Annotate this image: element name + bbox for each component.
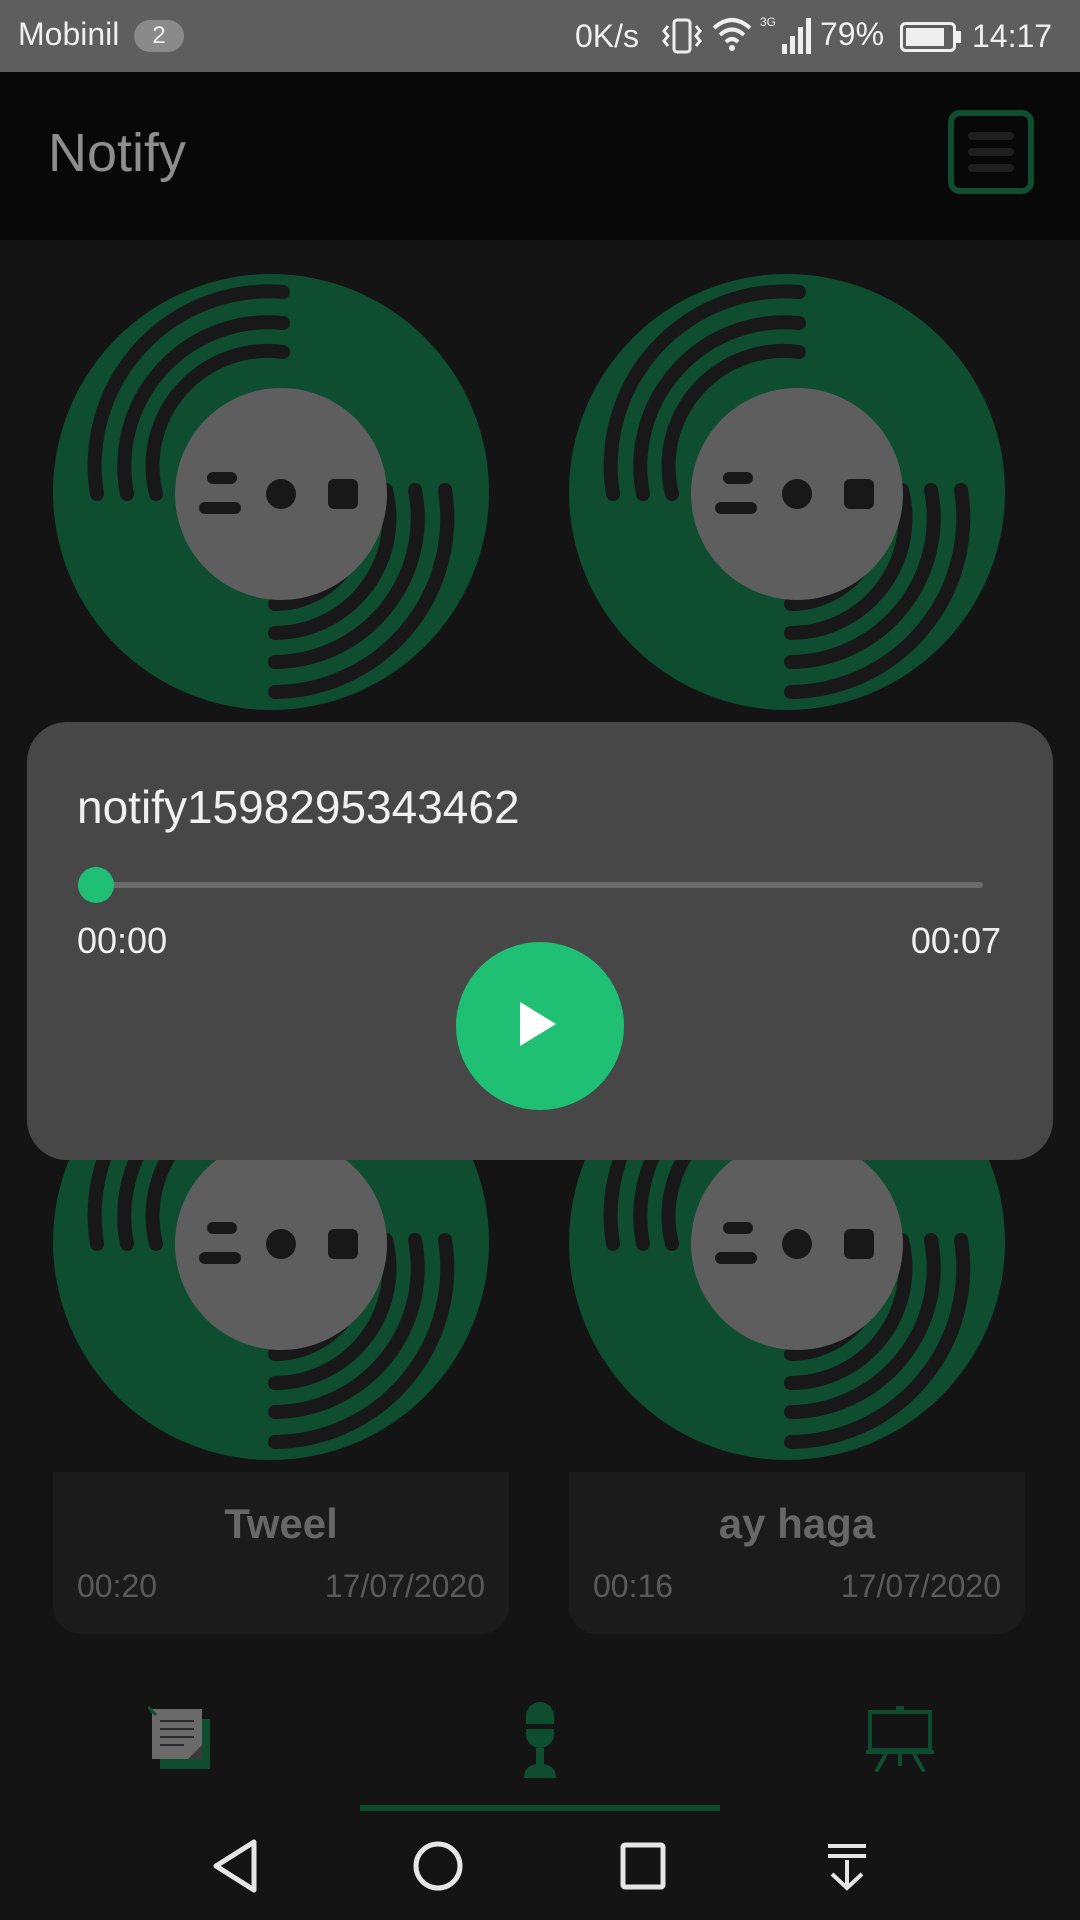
bottom-tab-bar — [0, 1680, 1080, 1820]
active-tab-indicator — [360, 1805, 720, 1811]
microphone-icon[interactable] — [522, 1702, 558, 1783]
recording-card-2[interactable] — [559, 258, 1015, 714]
recording-card-1[interactable] — [43, 258, 499, 714]
notification-shade-icon[interactable] — [822, 1838, 872, 1899]
hamburger-menu-icon[interactable] — [948, 110, 1034, 194]
recording-info-card[interactable]: Tweel 00:20 17/07/2020 — [53, 1472, 509, 1634]
battery-percent: 79% — [820, 16, 885, 52]
back-icon[interactable] — [210, 1838, 260, 1899]
recents-icon[interactable] — [618, 1838, 668, 1899]
audio-player-dialog: notify1598295343462 00:00 00:07 — [27, 722, 1053, 1160]
carrier-name: Mobinil — [18, 16, 120, 52]
vibrate-icon — [660, 18, 704, 62]
cellular-signal-icon: 3G — [760, 14, 814, 64]
presentation-board-icon[interactable] — [866, 1706, 934, 1777]
clock-time: 14:17 — [972, 18, 1053, 54]
recording-info-card[interactable]: ay haga 00:16 17/07/2020 — [569, 1472, 1025, 1634]
notes-icon[interactable] — [146, 1705, 214, 1776]
notification-count-badge: 2 — [134, 20, 184, 52]
vinyl-record-icon — [569, 274, 1005, 710]
app-bar: Notify — [0, 72, 1080, 240]
player-file-name: notify1598295343462 — [77, 781, 520, 833]
recording-date: 17/07/2020 — [324, 1568, 485, 1604]
current-time: 00:00 — [77, 920, 168, 961]
status-bar: Mobinil 2 0K/s 3G 79% 14:17 — [0, 0, 1080, 72]
network-type-label: 3G — [760, 15, 776, 29]
wifi-icon — [712, 16, 752, 60]
network-speed: 0K/s — [575, 18, 640, 54]
home-icon[interactable] — [412, 1838, 464, 1899]
recording-title: Tweel — [224, 1500, 338, 1547]
play-button[interactable] — [456, 942, 624, 1110]
app-title: Notify — [48, 123, 187, 183]
system-navigation-bar — [0, 1820, 1080, 1920]
total-time: 00:07 — [910, 920, 1001, 961]
battery-icon — [900, 22, 962, 60]
vinyl-record-icon — [53, 274, 489, 710]
recording-title: ay haga — [718, 1500, 876, 1547]
recording-duration: 00:20 — [77, 1568, 158, 1604]
play-icon — [520, 1002, 556, 1046]
seek-bar-thumb[interactable] — [78, 867, 114, 903]
recording-duration: 00:16 — [593, 1568, 674, 1604]
seek-bar[interactable] — [97, 882, 983, 888]
recording-date: 17/07/2020 — [840, 1568, 1001, 1604]
